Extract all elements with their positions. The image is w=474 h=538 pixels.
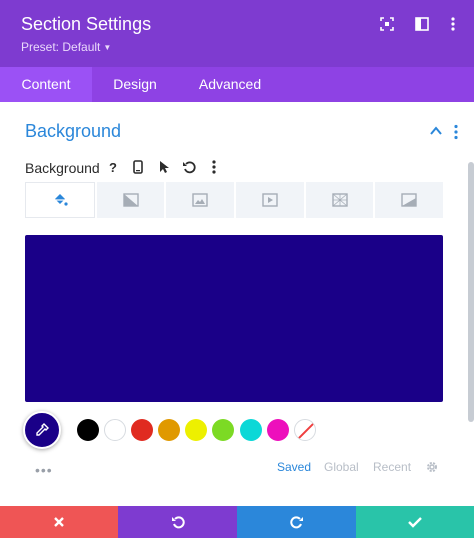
tab-advanced[interactable]: Advanced: [180, 67, 280, 102]
checkmark-icon: [408, 517, 422, 528]
bg-type-mask[interactable]: [375, 182, 444, 218]
help-glyph: ?: [109, 159, 117, 175]
eyedropper-icon: [36, 423, 49, 436]
save-button[interactable]: [356, 506, 474, 538]
tab-design[interactable]: Design: [92, 67, 178, 102]
preset-label: Preset: Default: [21, 40, 101, 54]
bg-type-color[interactable]: [25, 182, 95, 218]
field-options-icon[interactable]: [205, 158, 223, 176]
swatch-white[interactable]: [104, 419, 126, 441]
redo-button[interactable]: [237, 506, 356, 538]
modal-title: Section Settings: [21, 14, 152, 34]
swatch-black[interactable]: [77, 419, 99, 441]
color-preview[interactable]: [25, 235, 443, 402]
caret-down-icon: ▼: [103, 43, 112, 52]
expand-icon[interactable]: [379, 16, 395, 32]
bg-type-image[interactable]: [166, 182, 235, 218]
palette-tab-recent[interactable]: Recent: [373, 460, 411, 474]
more-vertical-icon[interactable]: [445, 16, 461, 32]
swatch-green[interactable]: [212, 419, 234, 441]
video-icon: [262, 193, 278, 207]
swatch-yellow[interactable]: [185, 419, 207, 441]
tab-content[interactable]: Content: [0, 67, 92, 102]
background-type-tabs: [25, 182, 444, 218]
cancel-button[interactable]: [0, 506, 118, 538]
sidebar-toggle-icon[interactable]: [414, 16, 430, 32]
section-title[interactable]: Background: [25, 121, 121, 142]
mask-icon: [401, 193, 417, 207]
gear-icon[interactable]: [425, 460, 439, 474]
swatch-red[interactable]: [131, 419, 153, 441]
redo-icon: [289, 516, 303, 529]
undo-icon: [171, 516, 185, 529]
swatch-none[interactable]: [294, 419, 316, 441]
pattern-icon: [331, 193, 348, 207]
mobile-icon[interactable]: [129, 158, 147, 176]
section-options-icon[interactable]: [452, 124, 460, 140]
hover-cursor-icon[interactable]: [155, 158, 173, 176]
color-picker-button[interactable]: [23, 411, 61, 449]
modal-footer: [0, 506, 474, 538]
close-icon: [54, 517, 64, 527]
bg-type-pattern[interactable]: [305, 182, 374, 218]
paint-bucket-icon: [53, 194, 68, 206]
reset-icon[interactable]: [180, 158, 198, 176]
swatch-magenta[interactable]: [267, 419, 289, 441]
background-label: Background: [25, 160, 100, 176]
gradient-icon: [122, 193, 139, 207]
more-options-icon[interactable]: •••: [35, 462, 53, 478]
palette-tab-global[interactable]: Global: [324, 460, 359, 474]
image-icon: [192, 193, 208, 207]
chevron-up-icon[interactable]: [429, 124, 443, 138]
swatch-orange[interactable]: [158, 419, 180, 441]
scrollbar[interactable]: [468, 162, 474, 422]
bg-type-gradient[interactable]: [96, 182, 165, 218]
undo-button[interactable]: [118, 506, 237, 538]
settings-tabs: Content Design Advanced: [0, 67, 474, 102]
help-icon[interactable]: ?: [104, 158, 122, 176]
palette-tab-saved[interactable]: Saved: [277, 460, 311, 474]
preset-dropdown[interactable]: Preset: Default ▼: [21, 40, 111, 54]
swatch-cyan[interactable]: [240, 419, 262, 441]
modal-header: Section Settings Preset: Default ▼: [0, 0, 474, 67]
bg-type-video[interactable]: [236, 182, 304, 218]
